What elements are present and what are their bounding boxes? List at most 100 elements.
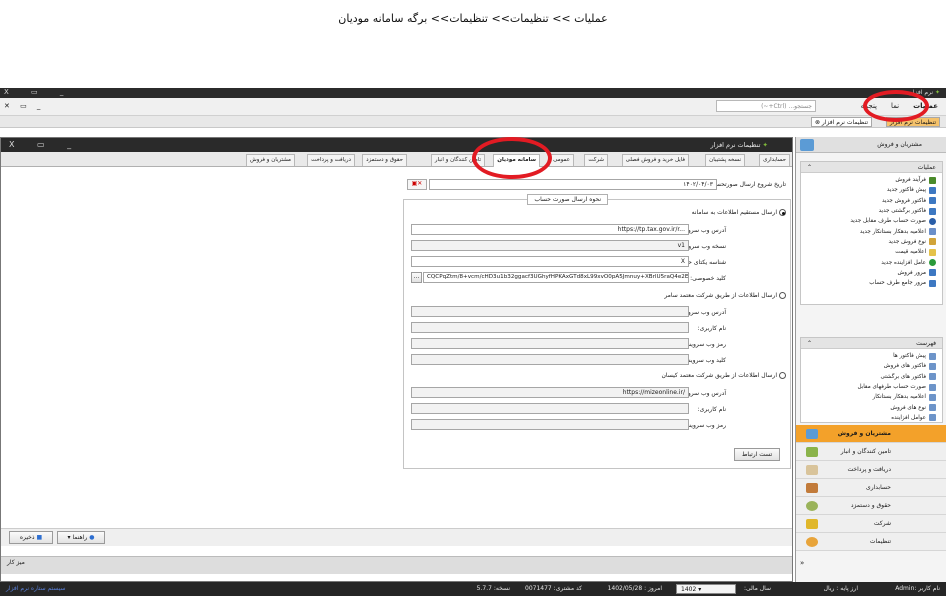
- expand-panel-icon[interactable]: »: [800, 559, 804, 567]
- op-sales-process[interactable]: فرآیند فروش: [801, 175, 942, 185]
- tab-backup[interactable]: نسخه پشتیبان: [705, 154, 745, 166]
- radio-kisan-label: ارسال اطلاعات از طریق شرکت معتمد کیسان: [661, 372, 777, 379]
- radio-samer-dot[interactable]: [779, 292, 786, 299]
- search-input[interactable]: جستجو... (Ctrl+~): [716, 100, 816, 112]
- tab-receipts[interactable]: دریافت و پرداخت: [307, 154, 355, 166]
- list-icon: [929, 404, 936, 412]
- op-price-notice[interactable]: اعلامیه قیمت: [801, 247, 942, 257]
- module-company[interactable]: شرکت: [796, 515, 946, 533]
- version-field[interactable]: v1: [411, 240, 689, 251]
- module-suppliers[interactable]: تامین کنندگان و انبار: [796, 443, 946, 461]
- list-header[interactable]: فهرست ⌃: [801, 338, 942, 349]
- op-new-factor[interactable]: عامل افزاینده جدید: [801, 257, 942, 267]
- highlight-ring-menu: [863, 90, 929, 122]
- op-new-invoice[interactable]: فاکتور فروش جدید: [801, 196, 942, 206]
- module-sales[interactable]: مشتریان و فروش: [796, 425, 946, 443]
- module-settings[interactable]: تنظیمات: [796, 533, 946, 551]
- process-icon: [929, 176, 936, 184]
- list-proformas[interactable]: پیش فاکتور ها: [801, 351, 942, 361]
- review-icon: [929, 269, 936, 277]
- url-field[interactable]: https://tp.tax.gov.ir/r...: [411, 224, 689, 235]
- settings-window-title: ✦ تنظیمات نرم افزار: [710, 141, 768, 149]
- page-caption: عملیات >> تنظیمات>> تنظیمات>> برگه سامان…: [338, 12, 608, 25]
- list-icon: [929, 383, 936, 391]
- operations-list: فرآیند فروش پیش فاکتور جدید فاکتور فروش …: [801, 173, 942, 288]
- fiscal-year-select[interactable]: 1402 ▾: [676, 584, 736, 594]
- kisan-user-field[interactable]: [411, 403, 689, 414]
- tab-customers[interactable]: مشتریان و فروش: [246, 154, 295, 166]
- doc-tab-settings-2[interactable]: تنظیمات نرم افزار ⊗: [810, 117, 872, 127]
- radio-samer[interactable]: ارسال اطلاعات از طریق شرکت معتمد سامر: [664, 292, 786, 299]
- radio-kisan[interactable]: ارسال اطلاعات از طریق شرکت معتمد کیسان: [661, 372, 786, 379]
- list-icon: [929, 414, 936, 422]
- samer-url-field[interactable]: [411, 306, 689, 317]
- save-icon: ■: [36, 534, 43, 541]
- mdi-window-controls[interactable]: ✕ ▭ _: [4, 102, 44, 110]
- save-button[interactable]: ■ ذخیره: [9, 531, 53, 544]
- list-items: پیش فاکتور ها فاکتور های فروش فاکتور های…: [801, 349, 942, 423]
- list-sales-invoices[interactable]: فاکتور های فروش: [801, 361, 942, 371]
- browse-button[interactable]: ...: [411, 272, 422, 283]
- list-icon: [929, 362, 936, 370]
- close-icon[interactable]: ⊗: [815, 119, 820, 126]
- help-icon: ●: [89, 534, 95, 541]
- op-new-debit-credit[interactable]: اعلامیه بدهکار بستانکار جدید: [801, 226, 942, 236]
- test-connection-button[interactable]: تست ارتباط: [734, 448, 780, 461]
- accounting-module-icon: [806, 483, 818, 493]
- private-key-label: کلید خصوصی:: [690, 275, 726, 282]
- op-new-sale-type[interactable]: نوع فروش جدید: [801, 237, 942, 247]
- list-debit-credit[interactable]: اعلامیه بدهکار بستانکار: [801, 392, 942, 402]
- op-new-statement[interactable]: صورت حساب طرف مقابل جدید: [801, 216, 942, 226]
- module-accounting[interactable]: حسابداری: [796, 479, 946, 497]
- calendar-icon[interactable]: ▣✕: [407, 179, 427, 190]
- samer-pass-field[interactable]: [411, 338, 689, 349]
- memory-id-field[interactable]: X: [411, 256, 689, 267]
- samer-key-field[interactable]: [411, 354, 689, 365]
- list-return-invoices[interactable]: فاکتور های برگشتی: [801, 372, 942, 382]
- tab-company[interactable]: شرکت: [584, 154, 608, 166]
- payroll-module-icon: [806, 501, 818, 511]
- radio-direct-dot[interactable]: [779, 209, 786, 216]
- module-receipts[interactable]: دریافت و پرداخت: [796, 461, 946, 479]
- tab-accounting[interactable]: حسابداری: [759, 154, 790, 166]
- samer-user-field[interactable]: [411, 322, 689, 333]
- start-date-field[interactable]: ۱۴۰۲/۰۴/۰۳: [429, 179, 717, 190]
- list-sale-types[interactable]: نوع های فروش: [801, 402, 942, 412]
- settings-window: X ▭ _ ✦ تنظیمات نرم افزار حسابداری نسخه …: [0, 137, 793, 582]
- radio-direct[interactable]: ارسال مستقیم اطلاعات به سامانه: [692, 209, 786, 216]
- help-button[interactable]: ● راهنما ▾: [57, 531, 105, 544]
- op-new-return[interactable]: فاکتور برگشتی جدید: [801, 206, 942, 216]
- kisan-pass-field[interactable]: [411, 419, 689, 430]
- operations-header[interactable]: عملیات ⌃: [801, 162, 942, 173]
- samer-user-label: نام کاربری:: [697, 325, 726, 332]
- settings-window-controls[interactable]: X ▭ _: [9, 140, 81, 149]
- company-module-icon: [806, 519, 818, 529]
- private-key-field[interactable]: CQCPqZtm/8+vcm/cHD3u1b32ggacf3UGhyfHPKAx…: [423, 272, 689, 283]
- desk-label: میز کار: [7, 559, 25, 566]
- sales-module-icon: [806, 429, 818, 439]
- module-payroll[interactable]: حقوق و دستمزد: [796, 497, 946, 515]
- list-factors[interactable]: عوامل افزاینده: [801, 413, 942, 423]
- list-statements[interactable]: صورت حساب طرفهای مقابل: [801, 382, 942, 392]
- document-tabstrip: تنظیمات نرم افزار تنظیمات نرم افزار ⊗: [0, 116, 946, 128]
- factor-icon: [929, 259, 936, 267]
- op-sales-review[interactable]: مرور فروش: [801, 268, 942, 278]
- tab-payroll[interactable]: حقوق و دستمزد: [362, 154, 407, 166]
- proforma-icon: [929, 186, 936, 194]
- invoice-icon: [929, 197, 936, 205]
- desk-panel: میز کار: [1, 556, 792, 574]
- radio-kisan-dot[interactable]: [779, 372, 786, 379]
- status-currency: ارز پایه : ریال: [823, 585, 858, 592]
- window-controls[interactable]: X ▭ _: [4, 88, 73, 96]
- tab-seasonal-file[interactable]: فایل خرید و فروش فصلی: [621, 154, 689, 166]
- receipts-module-icon: [806, 465, 818, 475]
- collapse-icon[interactable]: ⌃: [807, 340, 812, 347]
- tab-general[interactable]: عمومی: [549, 154, 574, 166]
- op-account-review[interactable]: مرور جامع طرف حساب: [801, 278, 942, 288]
- collapse-icon[interactable]: ⌃: [807, 164, 812, 171]
- return-icon: [929, 207, 936, 215]
- op-new-proforma[interactable]: پیش فاکتور جدید: [801, 185, 942, 195]
- kisan-user-label: نام کاربری:: [697, 406, 726, 413]
- debit-credit-icon: [929, 228, 936, 236]
- kisan-url-field[interactable]: https://mizeonline.ir/: [411, 387, 689, 398]
